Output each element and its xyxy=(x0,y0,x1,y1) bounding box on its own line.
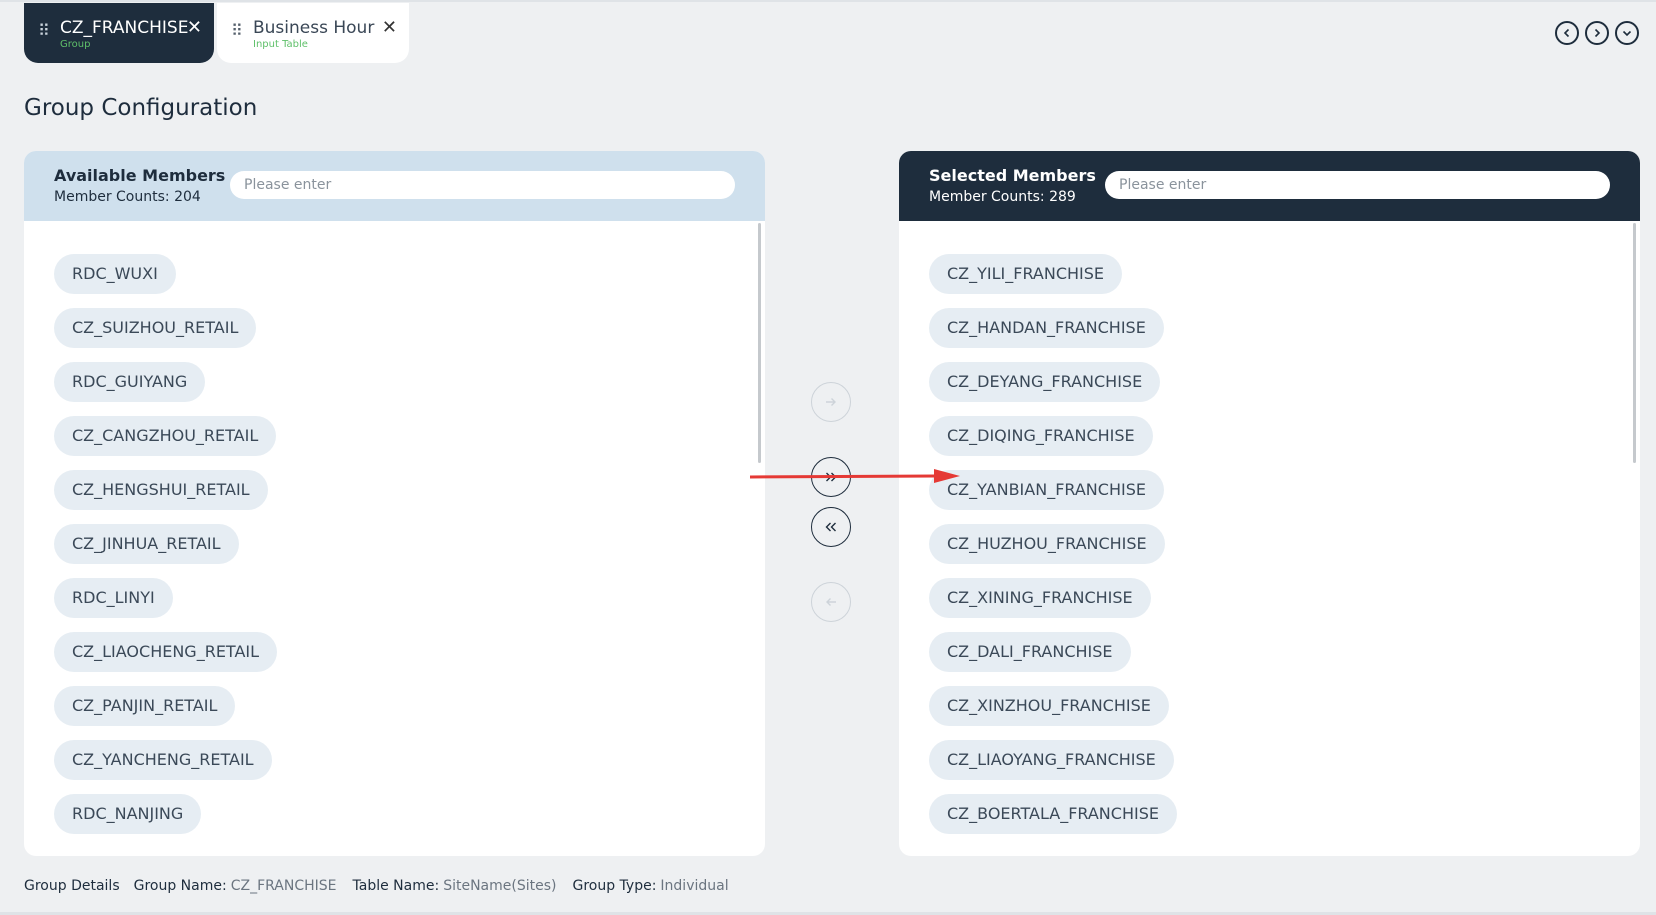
selected-search-input[interactable] xyxy=(1105,171,1610,199)
tab-subtitle: Input Table xyxy=(253,39,308,50)
member-chip[interactable]: CZ_YILI_FRANCHISE xyxy=(929,254,1123,294)
member-chip[interactable]: CZ_YANCHENG_RETAIL xyxy=(54,740,272,780)
drag-handle-icon[interactable]: ⠿ xyxy=(231,21,243,40)
member-chip[interactable]: RDC_WUXI xyxy=(54,254,176,294)
member-chip[interactable]: CZ_BOERTALA_FRANCHISE xyxy=(929,794,1177,834)
member-count: Member Counts: 204 xyxy=(54,189,201,205)
move-all-left-button[interactable] xyxy=(811,507,851,547)
member-chip[interactable]: CZ_SUIZHOU_RETAIL xyxy=(54,308,257,348)
member-chip[interactable]: CZ_YANBIAN_FRANCHISE xyxy=(929,470,1164,510)
member-count-value: 204 xyxy=(174,189,201,205)
member-chip[interactable]: RDC_LINYI xyxy=(54,578,173,618)
member-chip[interactable]: RDC_GUIYANG xyxy=(54,362,206,402)
member-chip[interactable]: CZ_PANJIN_RETAIL xyxy=(54,686,236,726)
member-count-value: 289 xyxy=(1049,189,1076,205)
member-chip[interactable]: CZ_HUZHOU_FRANCHISE xyxy=(929,524,1165,564)
panel-title: Available Members xyxy=(54,166,226,185)
group-type-label: Group Type: xyxy=(572,878,657,894)
tab-business-hour[interactable]: ⠿ Business Hour Input Table ✕ xyxy=(217,3,409,63)
chevron-right-icon[interactable] xyxy=(1585,21,1609,45)
chevron-left-icon[interactable] xyxy=(1555,21,1579,45)
double-chevron-left-icon xyxy=(825,522,836,532)
member-count-label: Member Counts: xyxy=(54,189,170,205)
member-chip[interactable]: CZ_DEYANG_FRANCHISE xyxy=(929,362,1161,402)
table-name-value: SiteName(Sites) xyxy=(443,878,557,894)
member-count: Member Counts: 289 xyxy=(929,189,1076,205)
tab-subtitle: Group xyxy=(60,39,91,50)
tab-title: Business Hour xyxy=(253,18,375,38)
move-all-right-button[interactable] xyxy=(811,457,851,497)
double-chevron-right-icon xyxy=(826,472,837,482)
member-chip[interactable]: RDC_NANJING xyxy=(54,794,202,834)
member-chip[interactable]: CZ_LIAOYANG_FRANCHISE xyxy=(929,740,1174,780)
group-type-value: Individual xyxy=(660,878,729,894)
selected-members-list[interactable]: CZ_YILI_FRANCHISE CZ_HANDAN_FRANCHISE CZ_D… xyxy=(899,221,1640,856)
scrollbar[interactable] xyxy=(758,223,761,463)
member-chip[interactable]: CZ_XINZHOU_FRANCHISE xyxy=(929,686,1169,726)
chevron-down-icon[interactable] xyxy=(1615,21,1639,45)
group-details-label: Group Details xyxy=(24,878,120,894)
member-chip[interactable]: CZ_DALI_FRANCHISE xyxy=(929,632,1131,672)
move-left-button[interactable] xyxy=(811,582,851,622)
member-chip[interactable]: CZ_CANGZHOU_RETAIL xyxy=(54,416,277,456)
member-chip[interactable]: CZ_HANDAN_FRANCHISE xyxy=(929,308,1164,348)
available-search-input[interactable] xyxy=(230,171,735,199)
group-details-footer: Group Details Group Name: CZ_FRANCHISE T… xyxy=(24,878,729,894)
member-chip[interactable]: CZ_JINHUA_RETAIL xyxy=(54,524,239,564)
move-right-button[interactable] xyxy=(811,382,851,422)
tab-title: CZ_FRANCHISE xyxy=(60,18,189,38)
table-name-label: Table Name: xyxy=(352,878,440,894)
available-members-panel: Available Members Member Counts: 204 RDC… xyxy=(24,151,765,856)
selected-members-panel: Selected Members Member Counts: 289 CZ_Y… xyxy=(899,151,1640,856)
member-count-label: Member Counts: xyxy=(929,189,1045,205)
group-name-value: CZ_FRANCHISE xyxy=(230,878,337,894)
arrow-left-icon xyxy=(826,598,836,606)
tab-cz-franchise[interactable]: ⠿ CZ_FRANCHISE Group ✕ xyxy=(24,3,214,63)
page-title: Group Configuration xyxy=(24,95,258,121)
member-chip[interactable]: CZ_XINING_FRANCHISE xyxy=(929,578,1151,618)
scrollbar[interactable] xyxy=(1633,223,1636,463)
drag-handle-icon[interactable]: ⠿ xyxy=(38,21,50,40)
member-chip[interactable]: CZ_HENGSHUI_RETAIL xyxy=(54,470,268,510)
available-members-list[interactable]: RDC_WUXI CZ_SUIZHOU_RETAIL RDC_GUIYANG CZ_C… xyxy=(24,221,765,856)
member-chip[interactable]: CZ_LIAOCHENG_RETAIL xyxy=(54,632,278,672)
panel-title: Selected Members xyxy=(929,166,1096,185)
panel-header: Available Members Member Counts: 204 xyxy=(24,151,765,221)
arrow-right-icon xyxy=(826,398,836,406)
close-icon[interactable]: ✕ xyxy=(382,17,397,39)
close-icon[interactable]: ✕ xyxy=(187,17,202,39)
top-divider xyxy=(0,0,1656,2)
panel-header: Selected Members Member Counts: 289 xyxy=(899,151,1640,221)
group-name-label: Group Name: xyxy=(133,878,227,894)
member-chip[interactable]: CZ_DIQING_FRANCHISE xyxy=(929,416,1153,456)
